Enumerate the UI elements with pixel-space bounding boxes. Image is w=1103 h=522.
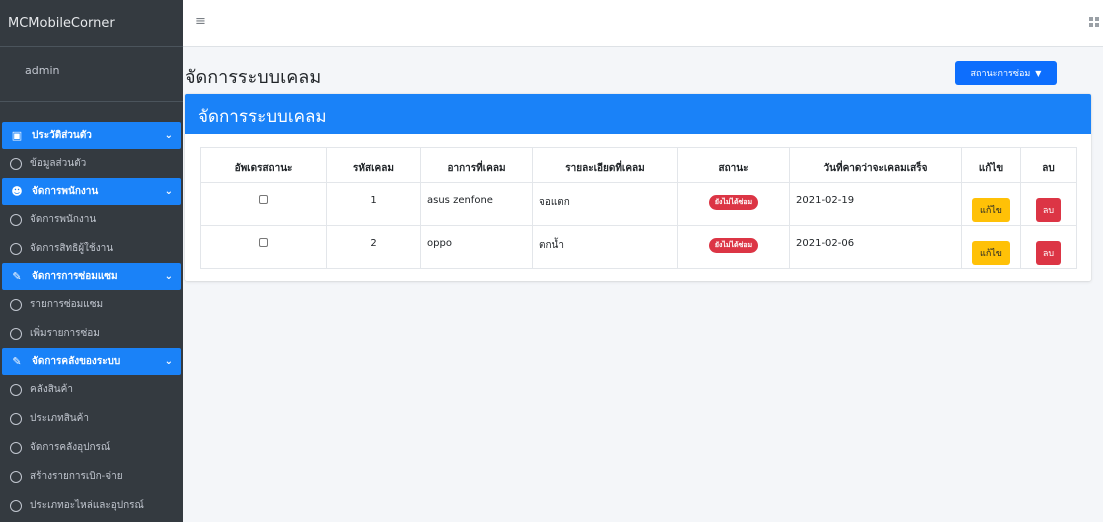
column-header: ลบ bbox=[1020, 147, 1077, 183]
user-name[interactable]: admin bbox=[0, 47, 183, 102]
table-row: 1 asus zenfone จอแตก ยังไม่ได้ซ่อม 2021-… bbox=[200, 182, 1077, 226]
sidebar-group-profile[interactable]: ▣ ประวัติส่วนตัว ⌄ bbox=[2, 122, 181, 149]
update-status-cell bbox=[200, 182, 327, 226]
update-status-cell bbox=[200, 225, 327, 269]
users-icon: ☻ bbox=[11, 185, 23, 198]
column-header: สถานะ bbox=[677, 147, 790, 183]
circle-icon bbox=[10, 157, 22, 170]
delete-button[interactable]: ลบ bbox=[1035, 241, 1062, 265]
chevron-down-icon: ⌄ bbox=[164, 271, 173, 282]
circle-icon bbox=[10, 470, 22, 483]
delete-button[interactable]: ลบ bbox=[1035, 198, 1062, 222]
column-header: วันที่คาดว่าจะเคลมเสร็จ bbox=[789, 147, 962, 183]
claim-detail: ตกน้ำ bbox=[532, 225, 678, 269]
sidebar-item-label: เพิ่มรายการซ่อม bbox=[30, 328, 100, 339]
apps-grid-icon[interactable] bbox=[1089, 17, 1099, 27]
top-navbar: ≡ bbox=[183, 0, 1103, 47]
caret-down-icon: ▼ bbox=[1035, 68, 1042, 78]
table-row: 2 oppo ตกน้ำ ยังไม่ได้ซ่อม 2021-02-06 แก… bbox=[200, 225, 1077, 269]
sidebar-item-label: จัดการพนักงาน bbox=[30, 214, 97, 225]
claims-card: จัดการระบบเคลม อัพเดรสถานะ รหัสเคลม อากา… bbox=[185, 94, 1091, 281]
claims-table: อัพเดรสถานะ รหัสเคลม อาการที่เคลม รายละเ… bbox=[200, 147, 1077, 269]
sidebar-group-label: จัดการพนักงาน bbox=[32, 186, 99, 197]
column-header: อาการที่เคลม bbox=[420, 147, 533, 183]
sidebar-group-repairs[interactable]: ✎ จัดการการซ่อมแซม ⌄ bbox=[2, 263, 181, 290]
repair-status-label: สถานะการซ่อม bbox=[970, 69, 1031, 79]
edit-cell: แก้ไข bbox=[961, 225, 1021, 269]
sidebar-item-parts-types[interactable]: ประเภทอะไหล่และอุปกรณ์ bbox=[0, 491, 183, 520]
sidebar: MCMobileCorner admin ▣ ประวัติส่วนตัว ⌄ … bbox=[0, 0, 183, 522]
sidebar-item-warehouse[interactable]: คลังสินค้า bbox=[0, 375, 183, 404]
sidebar-item-repair-list[interactable]: รายการซ่อมแซม bbox=[0, 290, 183, 319]
sidebar-item-equipment-stock[interactable]: จัดการคลังอุปกรณ์ bbox=[0, 433, 183, 462]
page-title: จัดการระบบเคลม bbox=[185, 67, 322, 88]
id-card-icon: ▣ bbox=[11, 129, 23, 142]
claim-symptom: asus zenfone bbox=[420, 182, 533, 226]
sidebar-item-label: สร้างรายการเบิก-จ่าย bbox=[30, 471, 123, 482]
sidebar-group-inventory[interactable]: ✎ จัดการคลังของระบบ ⌄ bbox=[2, 348, 181, 375]
sidebar-group-staff[interactable]: ☻ จัดการพนักงาน ⌄ bbox=[2, 178, 181, 205]
circle-icon bbox=[10, 383, 22, 396]
delete-cell: ลบ bbox=[1020, 182, 1077, 226]
claim-id: 1 bbox=[326, 182, 421, 226]
status-badge: ยังไม่ได้ซ่อม bbox=[708, 195, 759, 210]
chevron-down-icon: ⌄ bbox=[164, 186, 173, 197]
sidebar-item-create-requisition[interactable]: สร้างรายการเบิก-จ่าย bbox=[0, 462, 183, 491]
expected-date: 2021-02-06 bbox=[789, 225, 962, 269]
expected-date: 2021-02-19 bbox=[789, 182, 962, 226]
hamburger-menu-icon[interactable]: ≡ bbox=[195, 14, 206, 29]
chevron-down-icon: ⌄ bbox=[164, 356, 173, 367]
chevron-down-icon: ⌄ bbox=[164, 130, 173, 141]
sidebar-item-add-repair[interactable]: เพิ่มรายการซ่อม bbox=[0, 319, 183, 348]
sidebar-item-label: ประเภทอะไหล่และอุปกรณ์ bbox=[30, 500, 144, 511]
column-header: อัพเดรสถานะ bbox=[200, 147, 327, 183]
status-cell: ยังไม่ได้ซ่อม bbox=[677, 182, 790, 226]
edit-button[interactable]: แก้ไข bbox=[972, 198, 1010, 222]
repair-status-dropdown-button[interactable]: สถานะการซ่อม ▼ bbox=[955, 61, 1057, 85]
brand-link[interactable]: MCMobileCorner bbox=[0, 0, 183, 47]
circle-icon bbox=[10, 213, 22, 226]
sidebar-item-label: ประเภทสินค้า bbox=[30, 413, 89, 424]
sidebar-nav: ▣ ประวัติส่วนตัว ⌄ ข้อมูลส่วนตัว ☻ จัดกา… bbox=[0, 122, 183, 520]
status-cell: ยังไม่ได้ซ่อม bbox=[677, 225, 790, 269]
circle-icon bbox=[10, 327, 22, 340]
delete-cell: ลบ bbox=[1020, 225, 1077, 269]
column-header: รหัสเคลม bbox=[326, 147, 421, 183]
sidebar-group-label: จัดการคลังของระบบ bbox=[32, 356, 121, 367]
column-header: รายละเอียดที่เคลม bbox=[532, 147, 678, 183]
sidebar-item-label: จัดการคลังอุปกรณ์ bbox=[30, 442, 111, 453]
claim-id: 2 bbox=[326, 225, 421, 269]
edit-cell: แก้ไข bbox=[961, 182, 1021, 226]
update-status-checkbox[interactable] bbox=[259, 238, 268, 247]
claim-detail: จอแตก bbox=[532, 182, 678, 226]
sidebar-item-label: ข้อมูลส่วนตัว bbox=[30, 158, 87, 169]
sidebar-item-label: จัดการสิทธิผู้ใช้งาน bbox=[30, 243, 114, 254]
sidebar-item-label: รายการซ่อมแซม bbox=[30, 299, 104, 310]
edit-button[interactable]: แก้ไข bbox=[972, 241, 1010, 265]
update-status-checkbox[interactable] bbox=[259, 195, 268, 204]
sidebar-item-user-permissions[interactable]: จัดการสิทธิผู้ใช้งาน bbox=[0, 234, 183, 263]
circle-icon bbox=[10, 499, 22, 512]
sidebar-group-label: จัดการการซ่อมแซม bbox=[32, 271, 118, 282]
column-header: แก้ไข bbox=[961, 147, 1021, 183]
claim-symptom: oppo bbox=[420, 225, 533, 269]
wrench-icon: ✎ bbox=[12, 270, 22, 283]
circle-icon bbox=[10, 298, 22, 311]
circle-icon bbox=[10, 242, 22, 255]
sidebar-group-label: ประวัติส่วนตัว bbox=[32, 130, 92, 141]
table-header-row: อัพเดรสถานะ รหัสเคลม อาการที่เคลม รายละเ… bbox=[200, 147, 1077, 183]
circle-icon bbox=[10, 441, 22, 454]
sidebar-item-product-types[interactable]: ประเภทสินค้า bbox=[0, 404, 183, 433]
wrench-icon: ✎ bbox=[12, 355, 22, 368]
claims-table-wrapper: อัพเดรสถานะ รหัสเคลม อาการที่เคลม รายละเ… bbox=[200, 147, 1077, 269]
sidebar-item-profile-info[interactable]: ข้อมูลส่วนตัว bbox=[0, 149, 183, 178]
sidebar-item-manage-staff[interactable]: จัดการพนักงาน bbox=[0, 205, 183, 234]
card-title: จัดการระบบเคลม bbox=[185, 94, 1091, 134]
status-badge: ยังไม่ได้ซ่อม bbox=[708, 238, 759, 253]
circle-icon bbox=[10, 412, 22, 425]
sidebar-item-label: คลังสินค้า bbox=[30, 384, 73, 395]
